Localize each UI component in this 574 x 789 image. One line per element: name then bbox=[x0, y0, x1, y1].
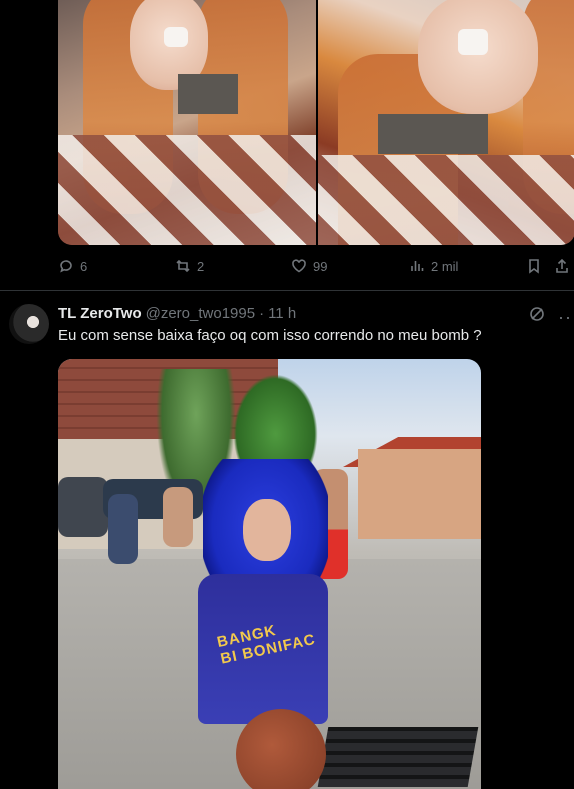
separator: · bbox=[259, 305, 264, 322]
tweet-divider bbox=[0, 290, 574, 291]
heart-icon bbox=[291, 258, 307, 274]
tweet-image[interactable]: BANGK BI BONIFAC bbox=[58, 359, 481, 789]
photo-collar bbox=[378, 114, 488, 154]
views-button[interactable]: 2 mil bbox=[409, 258, 458, 274]
tweet-text: Eu com sense baixa faço oq com isso corr… bbox=[58, 327, 482, 344]
nose-bandage bbox=[458, 29, 488, 55]
top-tweet-media[interactable] bbox=[58, 0, 574, 245]
repost-icon bbox=[175, 258, 191, 274]
tweet-actions: 6 2 99 2 mil bbox=[58, 258, 574, 280]
tweet-time[interactable]: 11 h bbox=[268, 305, 296, 322]
tweet-header: TL ZeroTwo @zero_two1995 · 11 h bbox=[58, 305, 296, 322]
image-girl-face bbox=[243, 499, 291, 561]
bookmark-button[interactable] bbox=[526, 258, 542, 274]
image-person bbox=[163, 487, 193, 547]
nose-bandage bbox=[164, 27, 188, 47]
views-icon bbox=[409, 258, 425, 274]
image-bench bbox=[318, 727, 479, 787]
argyle-sweater bbox=[318, 155, 574, 245]
author-name[interactable]: TL ZeroTwo bbox=[58, 305, 142, 322]
tweet-header-actions: ··· bbox=[528, 305, 574, 328]
share-button[interactable] bbox=[554, 258, 570, 274]
author-handle[interactable]: @zero_two1995 bbox=[146, 305, 255, 322]
like-count: 99 bbox=[313, 259, 327, 274]
views-count: 2 mil bbox=[431, 259, 458, 274]
reply-count: 6 bbox=[80, 259, 87, 274]
image-car bbox=[58, 477, 108, 537]
argyle-sweater bbox=[58, 135, 316, 245]
reply-button[interactable]: 6 bbox=[58, 258, 87, 274]
repost-button[interactable]: 2 bbox=[175, 258, 204, 274]
photo-1[interactable] bbox=[58, 0, 316, 245]
share-icon bbox=[554, 258, 570, 274]
grok-icon[interactable] bbox=[528, 305, 546, 328]
image-house bbox=[358, 449, 481, 539]
photo-face bbox=[418, 0, 538, 114]
image-basketball bbox=[236, 709, 326, 789]
reply-icon bbox=[58, 258, 74, 274]
photo-2[interactable] bbox=[318, 0, 574, 245]
avatar[interactable] bbox=[9, 304, 49, 344]
like-button[interactable]: 99 bbox=[291, 258, 327, 274]
more-icon[interactable]: ··· bbox=[558, 310, 574, 324]
bookmark-icon bbox=[526, 258, 542, 274]
repost-count: 2 bbox=[197, 259, 204, 274]
photo-collar bbox=[178, 74, 238, 114]
image-person bbox=[108, 494, 138, 564]
